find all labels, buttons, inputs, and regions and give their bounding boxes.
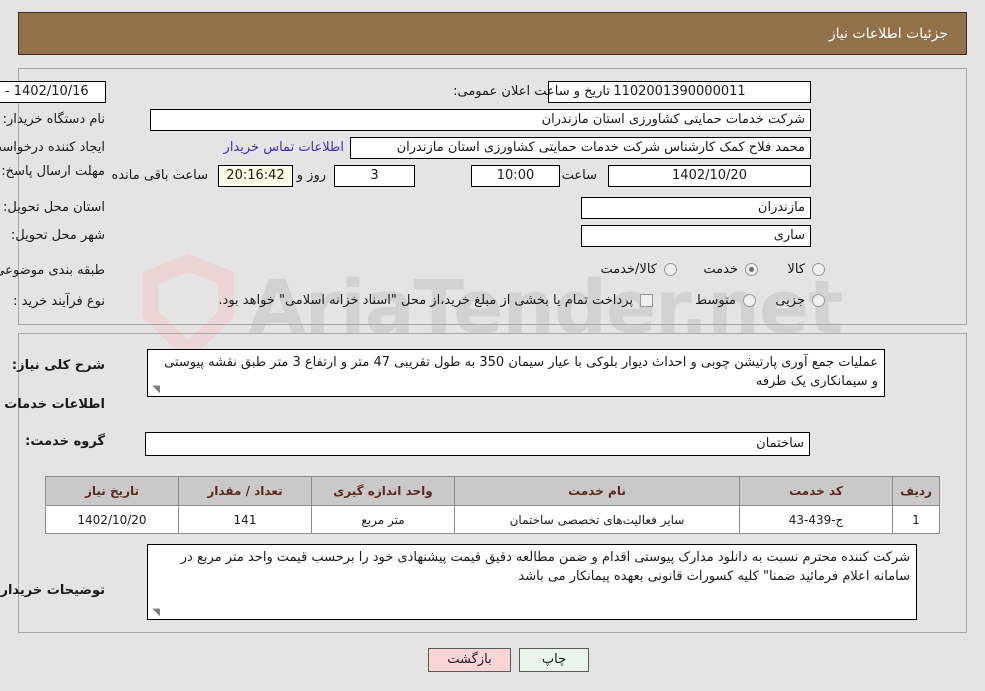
process-type-radio-motavaset[interactable] (743, 294, 756, 307)
print-button[interactable]: چاپ (519, 648, 589, 672)
province-value: مازندران (581, 197, 811, 219)
table-row[interactable]: 1 ج-439-43 سایر فعالیت‌های تخصصی ساختمان… (45, 505, 940, 534)
buyer-notes-textarea[interactable]: شرکت کننده محترم نسبت به دانلود مدارک پی… (147, 544, 917, 620)
col-service-code: کد خدمت (739, 476, 893, 506)
province-label: استان محل تحویل: (3, 200, 105, 215)
requester-label: ایجاد کننده درخواست: (0, 140, 105, 155)
category-radio-khedmat[interactable] (745, 263, 758, 276)
cell-service-code: ج-439-43 (739, 505, 893, 534)
process-type-label: نوع فرآیند خرید : (13, 294, 105, 309)
days-value: 3 (334, 165, 415, 187)
public-announce-value: 1402/10/16 - 12:18 (0, 81, 106, 103)
process-type-radio-jozi[interactable] (812, 294, 825, 307)
city-value: ساری (581, 225, 811, 247)
buyer-org-value: شرکت خدمات حمایتی کشاورزی استان مازندران (150, 109, 811, 131)
buyer-notes-value: شرکت کننده محترم نسبت به دانلود مدارک پی… (180, 550, 910, 584)
cell-quantity: 141 (178, 505, 312, 534)
services-heading: اطلاعات خدمات مورد نیاز (0, 397, 105, 412)
table-header-row: ردیف کد خدمت نام خدمت واحد اندازه گیری ت… (45, 476, 940, 506)
buyer-notes-label: توضیحات خریدار: (0, 583, 105, 598)
days-and-label: روز و (296, 168, 326, 183)
process-type-radio-jozi-label[interactable]: جزیی (775, 293, 805, 308)
category-label: طبقه بندی موضوعی: (0, 263, 105, 278)
buyer-org-label: نام دستگاه خریدار: (2, 112, 105, 127)
need-info-panel (18, 68, 967, 325)
public-announce-label: تاریخ و ساعت اعلان عمومی: (453, 84, 610, 99)
category-radio-kala[interactable] (812, 263, 825, 276)
resize-grip-icon[interactable]: ◥ (150, 385, 160, 395)
col-row-no: ردیف (892, 476, 940, 506)
resize-grip-icon-2[interactable]: ◥ (150, 608, 160, 618)
col-unit: واحد اندازه گیری (311, 476, 455, 506)
treasury-bonds-text: پرداخت تمام یا بخشی از مبلغ خرید،از محل … (218, 293, 633, 308)
page-root: AriaTender.net جزئیات اطلاعات نیاز شماره… (0, 0, 985, 691)
requester-value: محمد فلاح کمک کارشناس شرکت خدمات حمایتی … (350, 137, 811, 159)
process-type-radio-motavaset-label[interactable]: متوسط (695, 293, 736, 308)
service-group-label: گروه خدمت: (25, 434, 105, 449)
category-radio-kala-label[interactable]: کالا (787, 262, 805, 277)
col-need-date: تاریخ نیاز (45, 476, 179, 506)
city-label: شهر محل تحویل: (10, 228, 105, 243)
general-desc-value: عملیات جمع آوری پارتیشن چوبی و احداث دیو… (164, 355, 878, 389)
category-radio-kala-khedmat[interactable] (664, 263, 677, 276)
cell-need-date: 1402/10/20 (45, 505, 179, 534)
page-title-bar: جزئیات اطلاعات نیاز (18, 12, 967, 55)
general-desc-label: شرح کلی نیاز: (11, 358, 105, 373)
remaining-label: ساعت باقی مانده (111, 168, 208, 183)
services-table: ردیف کد خدمت نام خدمت واحد اندازه گیری ت… (45, 476, 940, 534)
cell-service-name: سایر فعالیت‌های تخصصی ساختمان (454, 505, 740, 534)
page-title: جزئیات اطلاعات نیاز (828, 25, 948, 42)
col-quantity: تعداد / مقدار (178, 476, 312, 506)
deadline-label: مهلت ارسال پاسخ: تا تاریخ: (0, 164, 105, 179)
countdown-timer-value: 20:16:42 (218, 165, 293, 187)
category-radio-kala-khedmat-label[interactable]: کالا/خدمت (600, 262, 657, 277)
hour-value: 10:00 (471, 165, 560, 187)
cell-unit: متر مربع (311, 505, 455, 534)
col-service-name: نام خدمت (454, 476, 740, 506)
back-button[interactable]: بازگشت (428, 648, 511, 672)
service-group-value[interactable]: ساختمان (145, 432, 810, 456)
category-radio-khedmat-label[interactable]: خدمت (703, 262, 738, 277)
treasury-bonds-checkbox[interactable] (640, 294, 653, 307)
general-desc-textarea[interactable]: عملیات جمع آوری پارتیشن چوبی و احداث دیو… (147, 349, 885, 397)
hour-label: ساعت (561, 168, 597, 183)
deadline-date-value: 1402/10/20 (608, 165, 811, 187)
buyer-contact-link[interactable]: اطلاعات تماس خریدار (224, 140, 344, 155)
cell-row-no: 1 (892, 505, 940, 534)
